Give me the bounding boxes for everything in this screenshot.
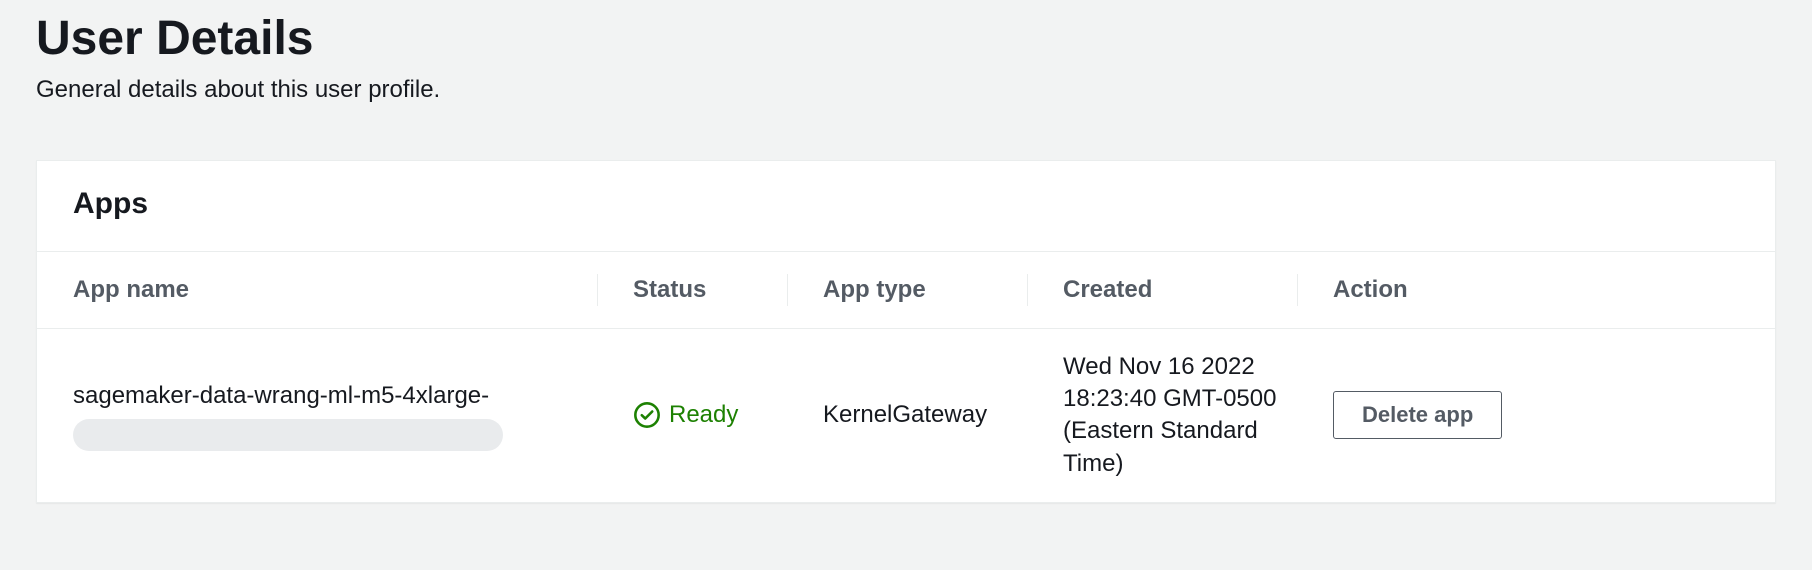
table-row: sagemaker-data-wrang-ml-m5-4xlarge- Read… — [37, 328, 1775, 502]
app-name-cell: sagemaker-data-wrang-ml-m5-4xlarge- — [73, 380, 577, 450]
col-header-name[interactable]: App name — [37, 252, 597, 329]
page-header: User Details General details about this … — [0, 0, 1812, 104]
delete-app-button[interactable]: Delete app — [1333, 391, 1502, 439]
col-header-created[interactable]: Created — [1027, 252, 1297, 329]
page-title: User Details — [36, 10, 1776, 68]
app-name: sagemaker-data-wrang-ml-m5-4xlarge- — [73, 382, 489, 409]
check-circle-icon — [633, 401, 661, 429]
app-type: KernelGateway — [823, 401, 987, 428]
redacted-text — [73, 419, 503, 451]
col-header-status[interactable]: Status — [597, 252, 787, 329]
status-label: Ready — [669, 401, 738, 429]
apps-panel-header: Apps — [37, 161, 1775, 252]
apps-table: App name Status App type Created Action … — [37, 252, 1775, 503]
status-cell: Ready — [633, 401, 767, 429]
apps-panel: Apps App name Status App type Created Ac… — [36, 160, 1776, 504]
col-header-type[interactable]: App type — [787, 252, 1027, 329]
created-timestamp: Wed Nov 16 2022 18:23:40 GMT-0500 (Easte… — [1063, 351, 1277, 481]
apps-panel-title: Apps — [73, 187, 1739, 221]
page-subtitle: General details about this user profile. — [36, 76, 1776, 104]
col-header-action[interactable]: Action — [1297, 252, 1775, 329]
